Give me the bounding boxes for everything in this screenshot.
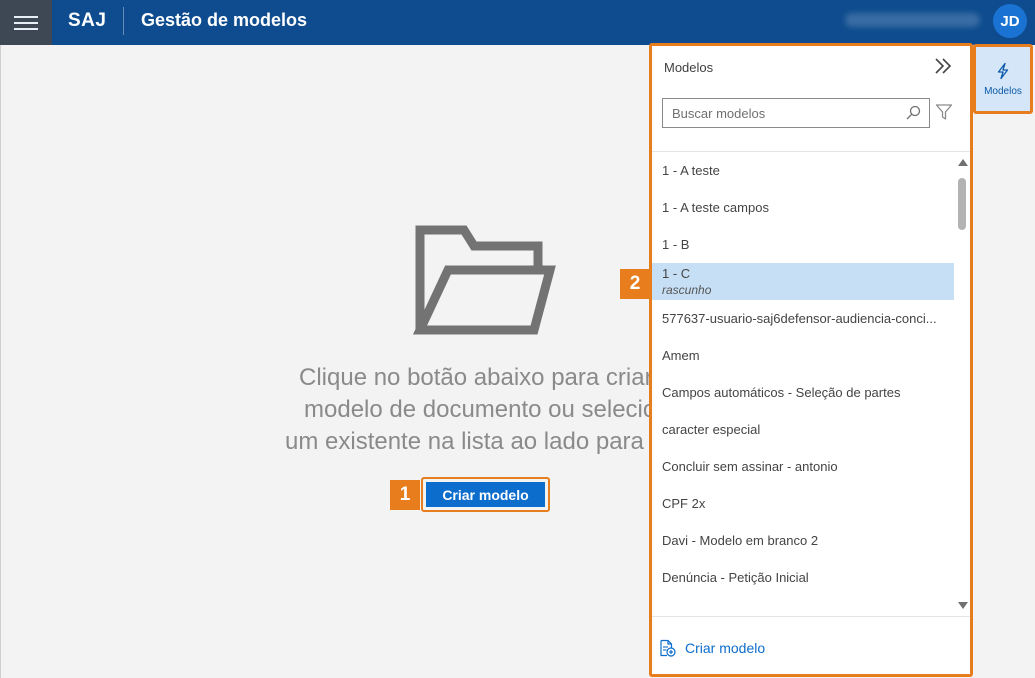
models-panel: Modelos 1 - A teste 1 - A teste campos 1…: [649, 43, 973, 677]
list-item-label: CPF 2x: [662, 496, 706, 511]
list-item-selected[interactable]: 1 - C rascunho: [652, 263, 954, 300]
rail-button-label: Modelos: [984, 85, 1022, 97]
list-item[interactable]: Denúncia - Petição Inicial: [652, 559, 954, 596]
models-list: 1 - A teste 1 - A teste campos 1 - B 1 -…: [652, 152, 954, 616]
scroll-thumb[interactable]: [958, 178, 966, 230]
empty-state-message: Clique no botão abaixo para criar um mod…: [280, 362, 650, 458]
search-icon[interactable]: [905, 105, 921, 121]
empty-state-line: modelo de documento ou selecionar: [304, 396, 650, 423]
list-scrollbar[interactable]: [955, 156, 969, 612]
menu-button[interactable]: [0, 0, 52, 45]
list-item-label: 1 - A teste: [662, 163, 720, 178]
search-input[interactable]: [663, 99, 898, 127]
draft-label: rascunho: [662, 283, 712, 297]
new-document-icon: [660, 639, 676, 657]
list-item-label: caracter especial: [662, 422, 761, 437]
panel-create-model-link[interactable]: Criar modelo: [658, 639, 765, 657]
callout-badge-2: 2: [620, 269, 650, 299]
list-item[interactable]: caracter especial: [652, 411, 954, 448]
divider: [652, 616, 970, 617]
hamburger-icon-line: [14, 21, 38, 24]
blurred-user-info: [845, 13, 980, 27]
list-item-label: 1 - C: [662, 266, 691, 281]
models-rail-button[interactable]: Modelos: [973, 44, 1033, 114]
list-item-label: Concluir sem assinar - antonio: [662, 459, 838, 474]
list-item-label: Amem: [662, 348, 700, 363]
filter-icon[interactable]: [935, 103, 953, 121]
search-field[interactable]: [662, 98, 930, 128]
create-model-button[interactable]: Criar modelo: [426, 482, 545, 507]
user-avatar[interactable]: JD: [993, 4, 1027, 38]
hamburger-icon-line: [14, 27, 38, 30]
top-bar: SAJ Gestão de modelos JD: [0, 0, 1035, 45]
empty-state-line: um existente na lista ao lado para edita…: [285, 428, 650, 455]
hamburger-icon-line: [14, 15, 38, 18]
double-chevron-right-icon[interactable]: [933, 56, 953, 76]
list-item-label: Denúncia - Petição Inicial: [662, 570, 809, 585]
list-item[interactable]: 577637-usuario-saj6defensor-audiencia-co…: [652, 300, 954, 337]
list-item[interactable]: CPF 2x: [652, 485, 954, 522]
list-item[interactable]: Davi - Modelo em branco 2: [652, 522, 954, 559]
list-item-label: Davi - Modelo em branco 2: [662, 533, 819, 548]
list-item[interactable]: Campos automáticos - Seleção de partes: [652, 374, 954, 411]
panel-title: Modelos: [664, 60, 714, 75]
list-item-label: 577637-usuario-saj6defensor-audiencia-co…: [662, 311, 937, 326]
scroll-down-arrow-icon[interactable]: [958, 602, 968, 609]
empty-state-line: Clique no botão abaixo para criar um: [299, 364, 650, 391]
list-item-label: 1 - A teste campos: [662, 200, 769, 215]
list-item[interactable]: 1 - B: [652, 226, 954, 263]
list-item[interactable]: Amem: [652, 337, 954, 374]
list-item[interactable]: 1 - A teste: [652, 152, 954, 189]
open-folder-icon: [412, 225, 556, 335]
lightning-icon: [997, 62, 1009, 79]
callout-badge-1: 1: [390, 480, 420, 510]
list-item[interactable]: 1 - A teste campos: [652, 189, 954, 226]
brand-logo[interactable]: SAJ: [68, 0, 106, 45]
list-item-label: Campos automáticos - Seleção de partes: [662, 385, 901, 400]
panel-create-model-label: Criar modelo: [685, 640, 766, 656]
scroll-up-arrow-icon[interactable]: [958, 159, 968, 166]
list-item-label: 1 - B: [662, 237, 690, 252]
create-model-button-highlight: Criar modelo: [421, 477, 550, 512]
list-item[interactable]: Concluir sem assinar - antonio: [652, 448, 954, 485]
page-title: Gestão de modelos: [141, 10, 308, 30]
brand-divider: [123, 7, 124, 35]
